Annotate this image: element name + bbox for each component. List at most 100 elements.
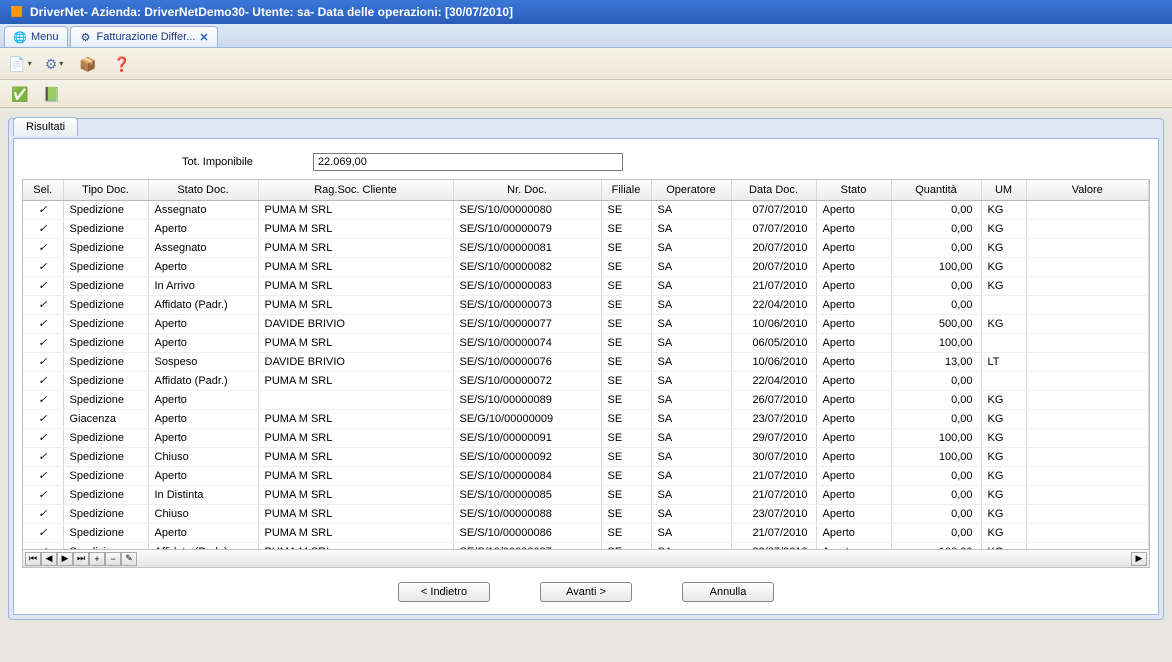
col-um[interactable]: UM — [981, 180, 1026, 200]
table-row[interactable]: ✓SpedizioneChiusoPUMA M SRLSE/S/10/00000… — [23, 504, 1149, 523]
table-row[interactable]: ✓SpedizioneAffidato (Padr.)PUMA M SRLSE/… — [23, 295, 1149, 314]
tot-imponibile-value[interactable]: 22.069,00 — [313, 153, 623, 171]
table-row[interactable]: ✓SpedizioneChiusoPUMA M SRLSE/S/10/00000… — [23, 447, 1149, 466]
table-row[interactable]: ✓SpedizioneApertoPUMA M SRLSE/S/10/00000… — [23, 257, 1149, 276]
cell-um: KG — [981, 428, 1026, 447]
cell-sel: ✓ — [23, 428, 63, 447]
col-operatore[interactable]: Operatore — [651, 180, 731, 200]
table-row[interactable]: ✓SpedizioneAssegnatoPUMA M SRLSE/S/10/00… — [23, 200, 1149, 219]
close-icon[interactable]: ✕ — [199, 31, 208, 44]
export-excel-button[interactable]: 📗 — [40, 82, 64, 106]
table-row[interactable]: ✓SpedizioneSospesoDAVIDE BRIVIOSE/S/10/0… — [23, 352, 1149, 371]
table-row[interactable]: ✓GiacenzaApertoPUMA M SRLSE/G/10/0000000… — [23, 409, 1149, 428]
grid-nav-button[interactable]: ◀ — [41, 552, 57, 566]
next-button[interactable]: Avanti > — [540, 582, 632, 602]
col-valore[interactable]: Valore — [1026, 180, 1149, 200]
cell-qta: 0,00 — [891, 485, 981, 504]
col-stato-doc[interactable]: Stato Doc. — [148, 180, 258, 200]
table-row[interactable]: ✓SpedizioneApertoPUMA M SRLSE/S/10/00000… — [23, 428, 1149, 447]
cell-stato: Aperto — [148, 409, 258, 428]
table-row[interactable]: ✓SpedizioneApertoPUMA M SRLSE/S/10/00000… — [23, 219, 1149, 238]
cell-op: SA — [651, 390, 731, 409]
table-row[interactable]: ✓SpedizioneApertoDAVIDE BRIVIOSE/S/10/00… — [23, 314, 1149, 333]
col-filiale[interactable]: Filiale — [601, 180, 651, 200]
col-data-doc[interactable]: Data Doc. — [731, 180, 816, 200]
cell-op: SA — [651, 200, 731, 219]
cell-qta: 0,00 — [891, 295, 981, 314]
grid-nav-bar: ⏮◀▶⏭+−✎ ▶ — [23, 549, 1149, 567]
table-row[interactable]: ✓SpedizioneIn ArrivoPUMA M SRLSE/S/10/00… — [23, 276, 1149, 295]
cell-stato2: Aperto — [816, 390, 891, 409]
table-row[interactable]: ✓SpedizioneApertoPUMA M SRLSE/S/10/00000… — [23, 523, 1149, 542]
cell-op: SA — [651, 466, 731, 485]
cell-rag: DAVIDE BRIVIO — [258, 314, 453, 333]
grid-nav-button[interactable]: ⏭ — [73, 552, 89, 566]
tab-fatturazione[interactable]: ⚙ Fatturazione Differ... ✕ — [70, 26, 218, 47]
package-button[interactable]: 📦 — [76, 52, 100, 76]
col-rag-soc[interactable]: Rag.Soc. Cliente — [258, 180, 453, 200]
cell-um: KG — [981, 314, 1026, 333]
table-row[interactable]: ✓SpedizioneApertoSE/S/10/00000089SESA26/… — [23, 390, 1149, 409]
col-sel[interactable]: Sel. — [23, 180, 63, 200]
col-stato[interactable]: Stato — [816, 180, 891, 200]
cell-fil: SE — [601, 447, 651, 466]
cell-rag — [258, 390, 453, 409]
cell-tipo: Giacenza — [63, 409, 148, 428]
grid-nav-button[interactable]: ✎ — [121, 552, 137, 566]
col-tipo-doc[interactable]: Tipo Doc. — [63, 180, 148, 200]
cancel-button[interactable]: Annulla — [682, 582, 774, 602]
cell-data: 22/04/2010 — [731, 371, 816, 390]
globe-icon: 🌐 — [13, 30, 27, 44]
tab-fatt-label: Fatturazione Differ... — [97, 31, 196, 43]
cell-val — [1026, 428, 1149, 447]
cell-rag: PUMA M SRL — [258, 485, 453, 504]
back-button[interactable]: < Indietro — [398, 582, 490, 602]
table-row[interactable]: ✓SpedizioneAssegnatoPUMA M SRLSE/S/10/00… — [23, 238, 1149, 257]
table-row[interactable]: ✓SpedizioneAffidato (Padr.)PUMA M SRLSE/… — [23, 542, 1149, 549]
col-nr-doc[interactable]: Nr. Doc. — [453, 180, 601, 200]
cell-data: 06/05/2010 — [731, 333, 816, 352]
help-button[interactable]: ❓ — [110, 52, 134, 76]
cell-op: SA — [651, 485, 731, 504]
col-quantita[interactable]: Quantità — [891, 180, 981, 200]
table-row[interactable]: ✓SpedizioneAffidato (Padr.)PUMA M SRLSE/… — [23, 371, 1149, 390]
table-row[interactable]: ✓SpedizioneApertoPUMA M SRLSE/S/10/00000… — [23, 466, 1149, 485]
cell-nr: SE/S/10/00000083 — [453, 276, 601, 295]
cell-sel: ✓ — [23, 466, 63, 485]
settings-button[interactable]: ⚙ — [42, 52, 66, 76]
grid-nav-button[interactable]: ▶ — [57, 552, 73, 566]
grid-nav-button[interactable]: + — [89, 552, 105, 566]
grid-nav-button[interactable]: ⏮ — [25, 552, 41, 566]
new-document-button[interactable]: 📄 — [8, 52, 32, 76]
window-title: DriverNet- Azienda: DriverNetDemo30- Ute… — [30, 5, 513, 19]
cell-nr: SE/S/10/00000085 — [453, 485, 601, 504]
scroll-right-button[interactable]: ▶ — [1131, 552, 1147, 566]
cell-um — [981, 371, 1026, 390]
cell-stato2: Aperto — [816, 295, 891, 314]
tab-menu[interactable]: 🌐 Menu — [4, 26, 68, 47]
cell-tipo: Spedizione — [63, 390, 148, 409]
cell-nr: SE/G/10/00000009 — [453, 409, 601, 428]
cell-stato: Assegnato — [148, 200, 258, 219]
validate-button[interactable]: ✅ — [8, 82, 32, 106]
cell-fil: SE — [601, 352, 651, 371]
cell-stato2: Aperto — [816, 504, 891, 523]
app-icon: 🟧 — [10, 5, 24, 19]
cell-qta: 100,00 — [891, 542, 981, 549]
cell-rag: PUMA M SRL — [258, 219, 453, 238]
tab-risultati[interactable]: Risultati — [13, 117, 78, 136]
cell-val — [1026, 257, 1149, 276]
cell-fil: SE — [601, 409, 651, 428]
table-row[interactable]: ✓SpedizioneApertoPUMA M SRLSE/S/10/00000… — [23, 333, 1149, 352]
cell-sel: ✓ — [23, 447, 63, 466]
cell-tipo: Spedizione — [63, 428, 148, 447]
cell-op: SA — [651, 409, 731, 428]
table-row[interactable]: ✓SpedizioneIn DistintaPUMA M SRLSE/S/10/… — [23, 485, 1149, 504]
cell-rag: PUMA M SRL — [258, 276, 453, 295]
grid-nav-button[interactable]: − — [105, 552, 121, 566]
cell-tipo: Spedizione — [63, 371, 148, 390]
cell-stato: Aperto — [148, 257, 258, 276]
cell-sel: ✓ — [23, 238, 63, 257]
cell-val — [1026, 523, 1149, 542]
cell-tipo: Spedizione — [63, 219, 148, 238]
